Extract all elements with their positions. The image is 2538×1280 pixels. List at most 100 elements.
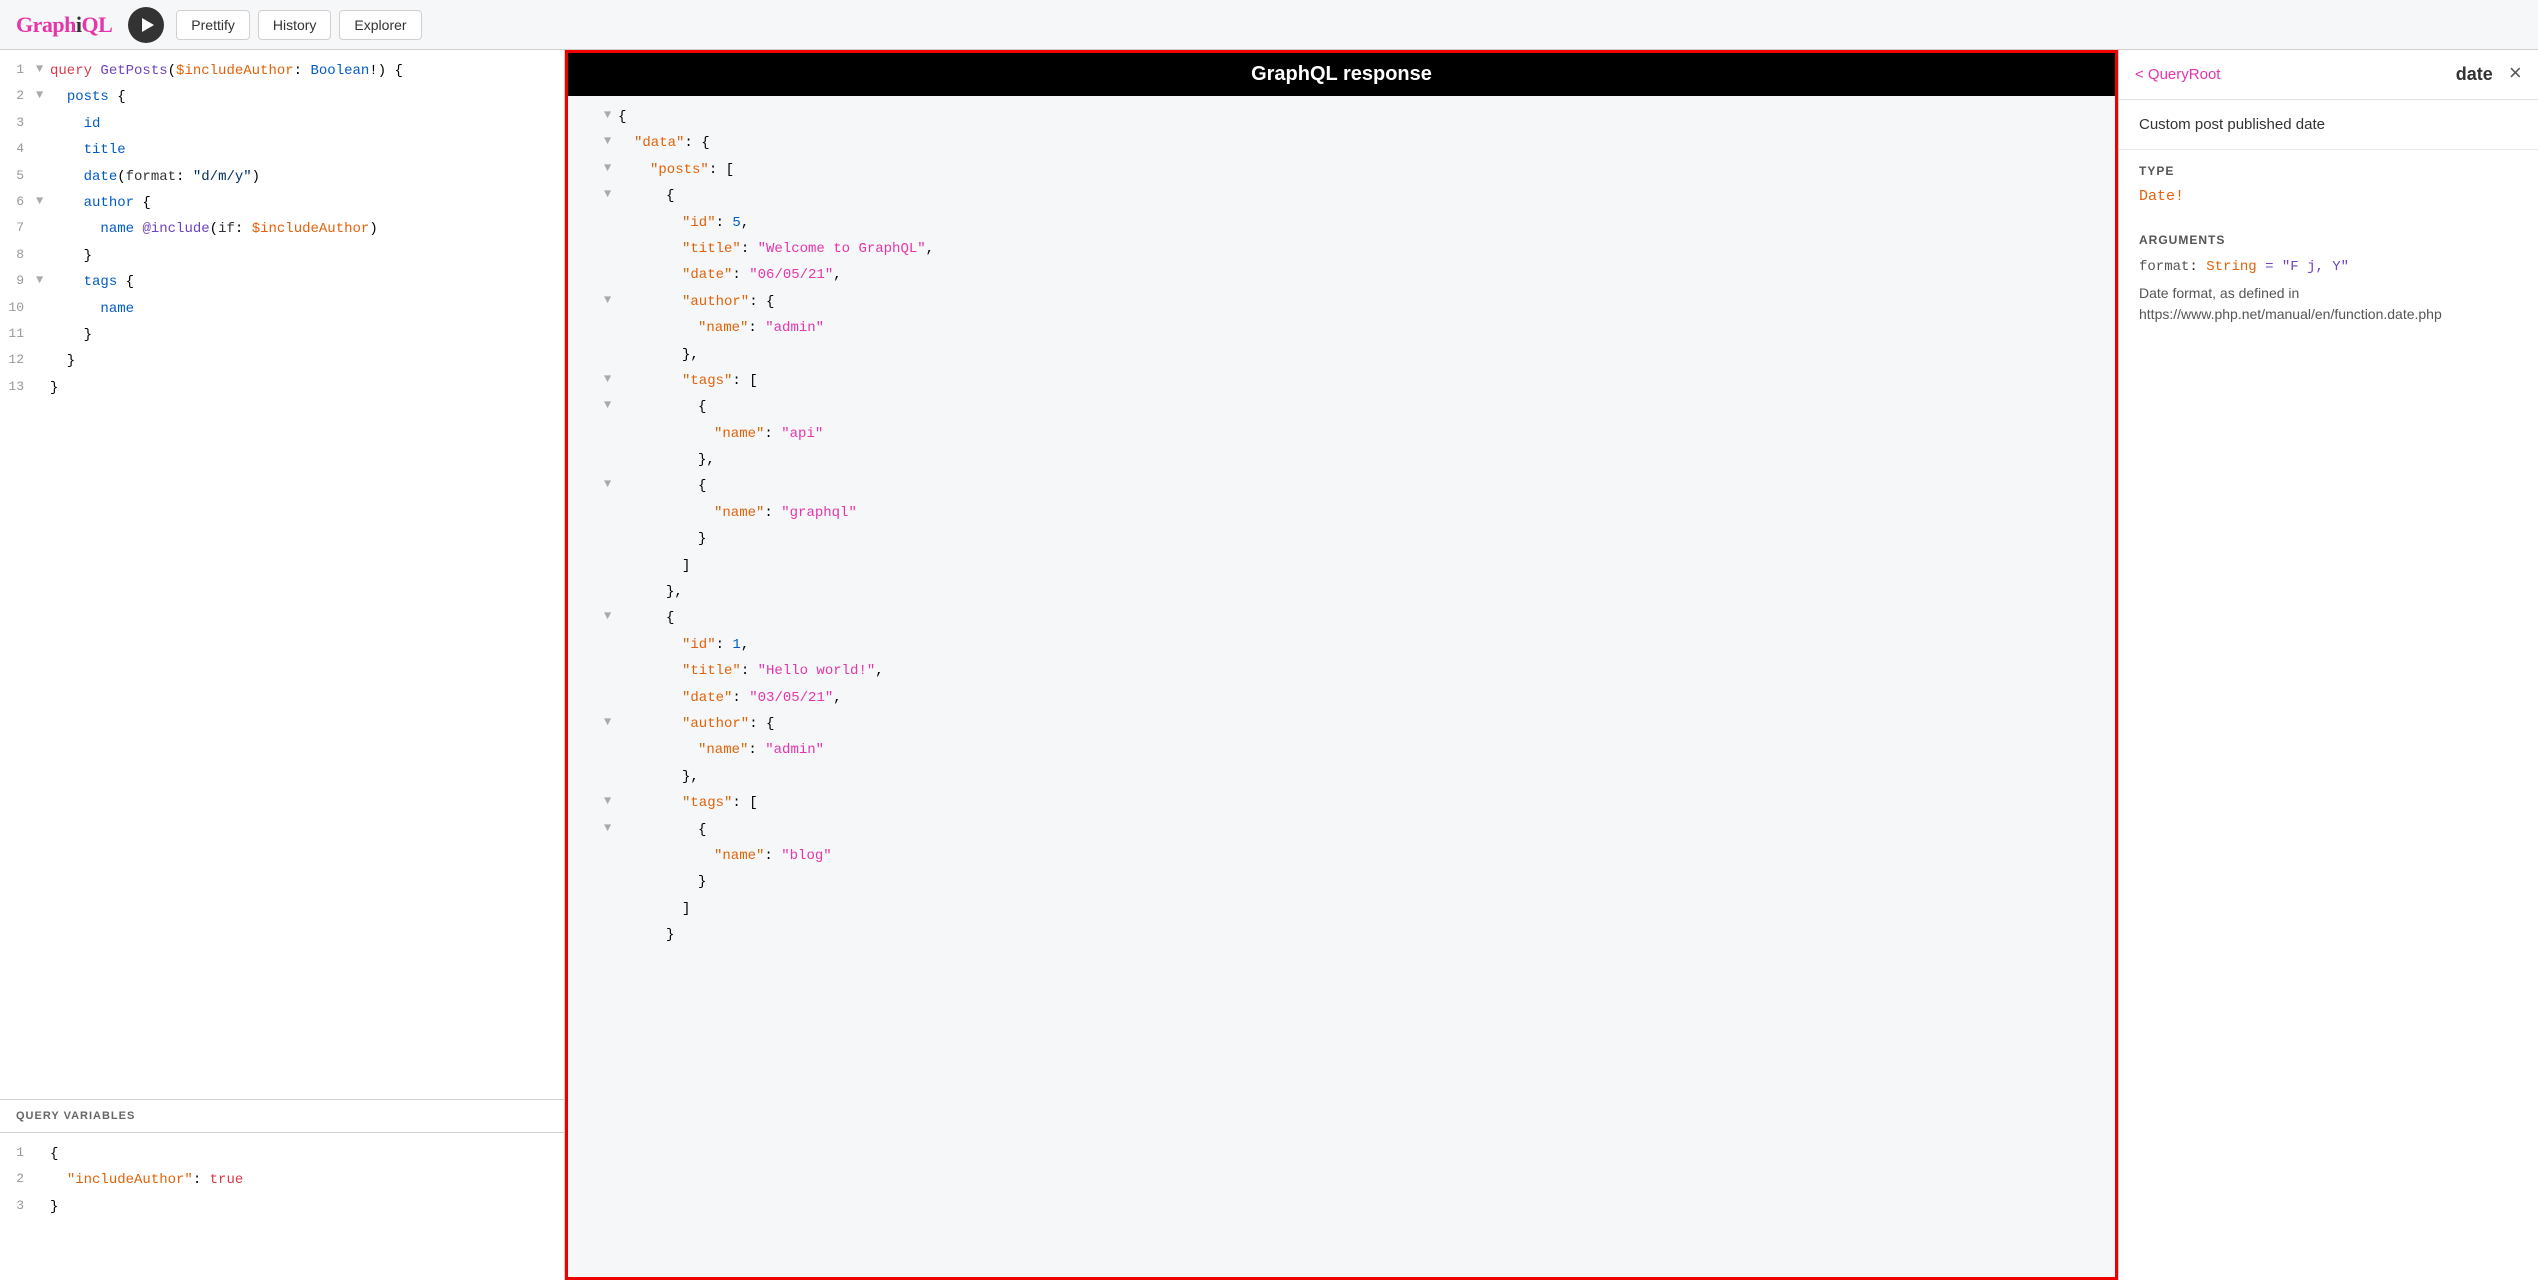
line-content: posts { [50, 86, 556, 108]
response-line: ▼"author": { [568, 711, 2115, 737]
query-variables-content[interactable]: 1{2 "includeAuthor": true3} [0, 1133, 564, 1228]
response-line: ▼"tags": [ [568, 368, 2115, 394]
response-line: ] [568, 896, 2115, 922]
line-content: title [50, 139, 556, 161]
main-layout: 1▼query GetPosts($includeAuthor: Boolean… [0, 50, 2538, 1280]
line-content: "date": "06/05/21", [618, 264, 2107, 286]
collapse-arrow[interactable]: ▼ [604, 713, 618, 732]
response-line: ▼{ [568, 104, 2115, 130]
collapse-arrow[interactable]: ▼ [604, 132, 618, 151]
line-number: 1 [0, 1143, 36, 1164]
query-editor[interactable]: 1▼query GetPosts($includeAuthor: Boolean… [0, 50, 564, 1100]
line-content: } [50, 324, 556, 346]
history-button[interactable]: History [258, 10, 332, 40]
collapse-arrow[interactable]: ▼ [36, 192, 50, 211]
line-content: ] [618, 555, 2107, 577]
line-number: 4 [0, 139, 36, 160]
line-content: "name": "admin" [618, 739, 2107, 761]
line-number: 10 [0, 298, 36, 319]
line-content: "id": 1, [618, 634, 2107, 656]
collapse-arrow[interactable]: ▼ [36, 60, 50, 79]
collapse-arrow[interactable]: ▼ [604, 607, 618, 626]
docs-description: Custom post published date [2119, 100, 2538, 150]
line-content: author { [50, 192, 556, 214]
response-line: "id": 1, [568, 632, 2115, 658]
line-content: } [50, 1196, 556, 1218]
response-line: "name": "admin" [568, 315, 2115, 341]
run-button[interactable] [128, 7, 164, 43]
line-content: "name": "blog" [618, 845, 2107, 867]
collapse-arrow[interactable]: ▼ [604, 185, 618, 204]
collapse-arrow[interactable]: ▼ [604, 396, 618, 415]
collapse-arrow[interactable]: ▼ [604, 475, 618, 494]
variable-line: 3} [0, 1194, 564, 1220]
line-number: 8 [0, 245, 36, 266]
line-number: 1 [0, 60, 36, 81]
line-content: } [50, 377, 556, 399]
response-line: "title": "Hello world!", [568, 658, 2115, 684]
response-line: "name": "api" [568, 421, 2115, 447]
response-line: ▼{ [568, 394, 2115, 420]
query-line: 4 title [0, 137, 564, 163]
line-content: } [618, 924, 2107, 946]
response-line: ▼"data": { [568, 130, 2115, 156]
response-line: "id": 5, [568, 210, 2115, 236]
line-content: } [618, 871, 2107, 893]
line-content: "title": "Hello world!", [618, 660, 2107, 682]
line-content: { [618, 396, 2107, 418]
response-line: ▼"tags": [ [568, 790, 2115, 816]
query-variables-header: QUERY VARIABLES [0, 1100, 564, 1133]
line-content: tags { [50, 271, 556, 293]
line-content: }, [618, 766, 2107, 788]
line-number: 3 [0, 113, 36, 134]
response-header: GraphQL response [568, 53, 2115, 96]
docs-type-value[interactable]: Date! [2119, 184, 2538, 219]
header: GraphiQL Prettify History Explorer [0, 0, 2538, 50]
query-variables-panel: QUERY VARIABLES 1{2 "includeAuthor": tru… [0, 1100, 564, 1280]
line-content: ] [618, 898, 2107, 920]
response-line: ] [568, 553, 2115, 579]
line-content: "title": "Welcome to GraphQL", [618, 238, 2107, 260]
response-line: }, [568, 342, 2115, 368]
line-content: id [50, 113, 556, 135]
query-line: 5 date(format: "d/m/y") [0, 164, 564, 190]
prettify-button[interactable]: Prettify [176, 10, 250, 40]
query-line: 12 } [0, 348, 564, 374]
response-line: ▼{ [568, 817, 2115, 843]
line-content: { [618, 106, 2107, 128]
collapse-arrow[interactable]: ▼ [604, 291, 618, 310]
docs-close-button[interactable]: × [2509, 62, 2522, 87]
collapse-arrow[interactable]: ▼ [36, 271, 50, 290]
query-line: 8 } [0, 243, 564, 269]
logo: GraphiQL [16, 12, 112, 38]
line-content: { [618, 607, 2107, 629]
docs-type-section-title: TYPE [2119, 150, 2538, 184]
collapse-arrow[interactable]: ▼ [604, 819, 618, 838]
collapse-arrow[interactable]: ▼ [604, 370, 618, 389]
line-content: "posts": [ [618, 159, 2107, 181]
line-content: } [50, 350, 556, 372]
docs-back-link[interactable]: < QueryRoot [2135, 66, 2220, 83]
collapse-arrow[interactable]: ▼ [604, 106, 618, 125]
line-content: "author": { [618, 713, 2107, 735]
query-line: 10 name [0, 296, 564, 322]
line-content: "author": { [618, 291, 2107, 313]
response-content[interactable]: ▼{▼"data": {▼"posts": [▼{"id": 5,"title"… [568, 96, 2115, 1277]
line-content: date(format: "d/m/y") [50, 166, 556, 188]
line-content: "tags": [ [618, 792, 2107, 814]
collapse-arrow[interactable]: ▼ [604, 159, 618, 178]
docs-arg-name: format [2139, 259, 2189, 275]
docs-arg-type[interactable]: String [2206, 259, 2256, 275]
collapse-arrow[interactable]: ▼ [604, 792, 618, 811]
line-number: 7 [0, 218, 36, 239]
docs-argument-row: format: String = "F j, Y" [2119, 253, 2538, 281]
line-content: name @include(if: $includeAuthor) [50, 218, 556, 240]
line-content: "data": { [618, 132, 2107, 154]
line-content: "name": "graphql" [618, 502, 2107, 524]
response-line: "title": "Welcome to GraphQL", [568, 236, 2115, 262]
response-line: ▼"posts": [ [568, 157, 2115, 183]
explorer-button[interactable]: Explorer [339, 10, 421, 40]
collapse-arrow[interactable]: ▼ [36, 86, 50, 105]
query-line: 3 id [0, 111, 564, 137]
response-line: }, [568, 579, 2115, 605]
